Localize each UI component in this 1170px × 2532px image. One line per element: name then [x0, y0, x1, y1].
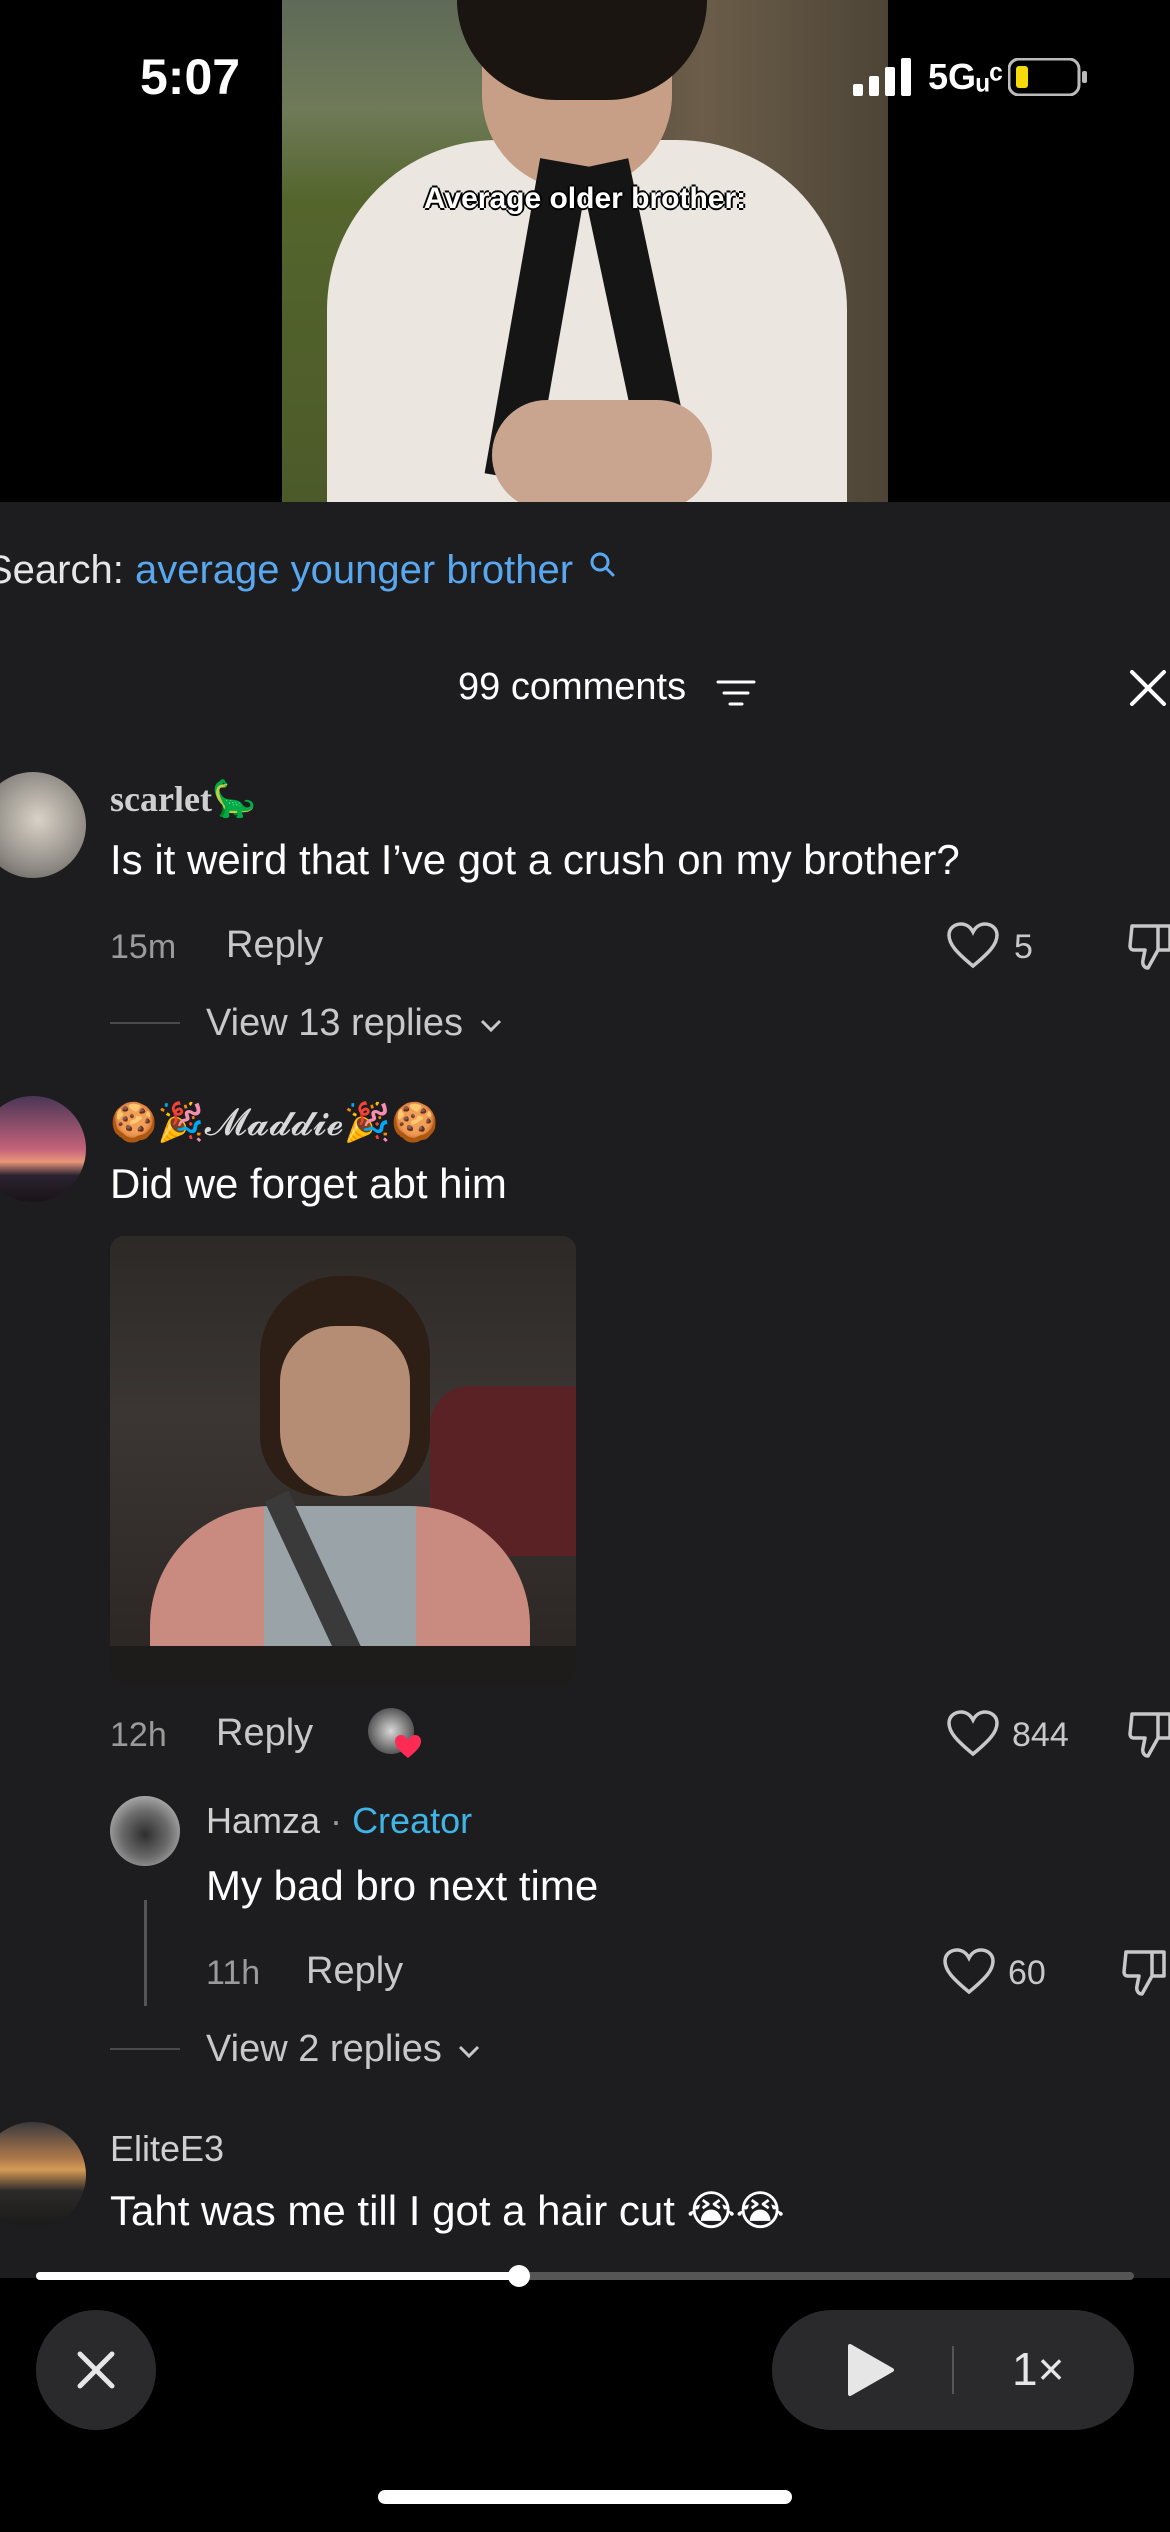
comment-time: 12h: [110, 1716, 167, 1754]
heart-icon[interactable]: [946, 1710, 1000, 1758]
close-icon: [77, 2351, 115, 2389]
dislike-icon[interactable]: [1128, 1708, 1170, 1762]
video-thumbnail[interactable]: Average older brother:: [282, 0, 888, 502]
like-count: 844: [1012, 1716, 1069, 1754]
comment-time: 15m: [110, 928, 177, 966]
like-count: 60: [1008, 1954, 1046, 1992]
search-suggestion[interactable]: Search: average younger brother: [0, 548, 616, 602]
home-indicator[interactable]: [378, 2490, 792, 2504]
photo-dashboard: [110, 1646, 576, 1684]
view-replies-button[interactable]: View 2 replies: [206, 2028, 482, 2071]
close-player-button[interactable]: [36, 2310, 156, 2430]
reply-button[interactable]: Reply: [216, 1712, 313, 1755]
search-icon: [590, 552, 615, 577]
red-heart-icon: [395, 1735, 421, 1758]
dislike-icon[interactable]: [1122, 1946, 1170, 2000]
video-hands: [492, 400, 712, 502]
dislike-icon[interactable]: [1128, 920, 1170, 974]
view-replies-label: View 2 replies: [206, 2028, 442, 2070]
chevron-down-icon: [480, 1019, 501, 1033]
sort-filter-icon[interactable]: [716, 678, 756, 708]
signal-icon: [853, 58, 911, 96]
name-separator: ·: [330, 1800, 343, 1841]
heart-icon[interactable]: [942, 1948, 996, 1996]
progress-scrubber[interactable]: [508, 2265, 530, 2287]
search-prefix: Search:: [0, 548, 124, 592]
view-replies-button[interactable]: View 13 replies: [206, 1002, 504, 1045]
heart-icon[interactable]: [946, 922, 1000, 970]
network-label: 5Gᵤᶜ: [928, 56, 1003, 97]
view-replies-line: [110, 1022, 180, 1024]
player-controls: 1×: [772, 2310, 1134, 2430]
reply-text: My bad bro next time: [206, 1862, 599, 1909]
comment-text: Taht was me till I got a hair cut 😭😭: [110, 2187, 785, 2234]
video-caption: Average older brother:: [423, 182, 747, 215]
creator-liked-badge: [368, 1708, 424, 1764]
comments-header: 99 comments: [0, 664, 1170, 724]
comment-text: Did we forget abt him: [110, 1160, 507, 1207]
comment-attached-image[interactable]: [110, 1236, 576, 1684]
close-icon[interactable]: [1128, 668, 1168, 708]
avatar[interactable]: [110, 1796, 180, 1866]
view-replies-label: View 13 replies: [206, 1002, 464, 1044]
status-time: 5:07: [140, 49, 241, 105]
playback-speed-button[interactable]: 1×: [1012, 2342, 1064, 2396]
comment-username[interactable]: EliteE3: [110, 2128, 224, 2170]
search-query-link[interactable]: average younger brother: [135, 548, 573, 592]
reply-username[interactable]: Hamza: [206, 1800, 320, 1841]
thread-line: [144, 1900, 147, 2006]
controls-divider: [952, 2346, 954, 2394]
reply-button[interactable]: Reply: [226, 924, 323, 967]
reply-header: Hamza · Creator: [206, 1800, 472, 1842]
view-replies-line: [110, 2048, 180, 2050]
comment-count: 99 comments: [458, 666, 687, 708]
progress-fill: [36, 2272, 519, 2280]
creator-badge: Creator: [352, 1800, 473, 1841]
comment-username[interactable]: scarlet🦕: [110, 778, 257, 820]
reply-time: 11h: [206, 1954, 261, 1992]
chevron-down-icon: [459, 2045, 480, 2059]
reply-button[interactable]: Reply: [306, 1950, 403, 1993]
like-count: 5: [1014, 928, 1033, 966]
comment-text: Is it weird that I’ve got a crush on my …: [110, 836, 960, 883]
battery-icon: [1008, 58, 1087, 96]
play-icon[interactable]: [840, 2342, 896, 2398]
comment-username[interactable]: 🍪🎉𝓜𝓪𝓭𝓭𝓲𝓮🎉🍪: [110, 1100, 438, 1145]
photo-face: [280, 1326, 410, 1496]
